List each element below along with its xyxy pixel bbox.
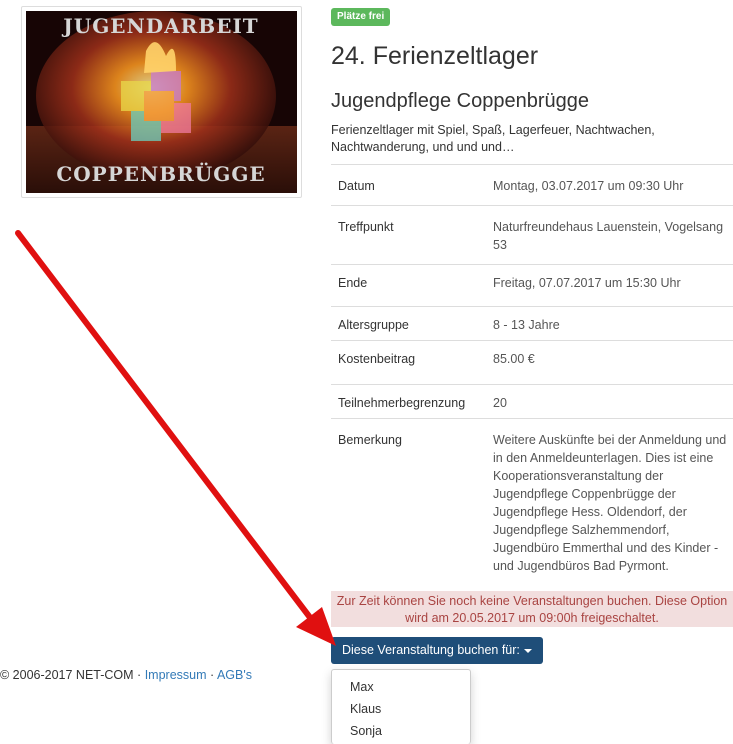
event-details-table: Datum Montag, 03.07.2017 um 09:30 Uhr Tr… [331,164,733,585]
booking-notice-line2: wird am 20.05.2017 um 09:00h freigeschal… [405,611,659,625]
detail-row-teilnehmerbegrenzung: Teilnehmerbegrenzung 20 [331,384,733,419]
detail-value: Freitag, 07.07.2017 um 15:30 Uhr [485,264,733,307]
detail-value: 20 [485,384,733,419]
book-button-label: Diese Veranstaltung buchen für: [342,643,520,657]
book-for-dropdown-button[interactable]: Diese Veranstaltung buchen für: [331,637,543,664]
detail-value: 85.00 € [485,340,733,385]
caret-down-icon [523,648,532,653]
detail-row-bemerkung: Bemerkung Weitere Auskünfte bei der Anme… [331,418,733,585]
booking-notice: Zur Zeit können Sie noch keine Veranstal… [331,591,733,627]
detail-value: Weitere Auskünfte bei der Anmeldung und … [485,418,733,585]
detail-key: Kostenbeitrag [331,340,485,385]
agb-link[interactable]: AGB's [217,668,252,682]
detail-value: 8 - 13 Jahre [485,306,733,341]
booking-notice-line1: Zur Zeit können Sie noch keine Veranstal… [336,594,728,608]
dropdown-item-sonja[interactable]: Sonja [332,720,470,742]
detail-row-ende: Ende Freitag, 07.07.2017 um 15:30 Uhr [331,264,733,307]
event-title: 24. Ferienzeltlager [331,42,539,70]
participant-dropdown-menu: Max Klaus Sonja [331,669,471,744]
impressum-link[interactable]: Impressum [145,668,207,682]
detail-key: Bemerkung [331,418,485,585]
detail-key: Ende [331,264,485,307]
logo-text-top: JUGENDARBEIT [61,14,258,38]
detail-row-altersgruppe: Altersgruppe 8 - 13 Jahre [331,306,733,341]
dropdown-item-klaus[interactable]: Klaus [332,698,470,720]
footer-copyright: © 2006-2017 NET-COM · [0,668,145,682]
dropdown-item-max[interactable]: Max [332,676,470,698]
logo-text-bottom: COPPENBRÜGGE [56,161,265,186]
jugendarbeit-logo-image: JUGENDARBEIT COPPENBRÜGGE [26,11,297,193]
detail-key: Datum [331,164,485,206]
detail-value: Montag, 03.07.2017 um 09:30 Uhr [485,164,733,206]
event-description: Ferienzeltlager mit Spiel, Spaß, Lagerfe… [331,123,655,154]
detail-key: Teilnehmerbegrenzung [331,384,485,419]
event-image: JUGENDARBEIT COPPENBRÜGGE [21,6,302,198]
footer-separator: · [206,668,217,682]
event-organizer: Jugendpflege Coppenbrügge [331,90,589,112]
detail-row-kostenbeitrag: Kostenbeitrag 85.00 € [331,340,733,385]
detail-key: Altersgruppe [331,306,485,341]
status-badge: Plätze frei [331,8,391,26]
detail-key: Treffpunkt [331,205,485,265]
detail-value: Naturfreundehaus Lauenstein, Vogelsang 5… [485,205,733,265]
footer: © 2006-2017 NET-COM · Impressum · AGB's [0,668,252,682]
detail-row-treffpunkt: Treffpunkt Naturfreundehaus Lauenstein, … [331,205,733,265]
detail-row-datum: Datum Montag, 03.07.2017 um 09:30 Uhr [331,164,733,206]
